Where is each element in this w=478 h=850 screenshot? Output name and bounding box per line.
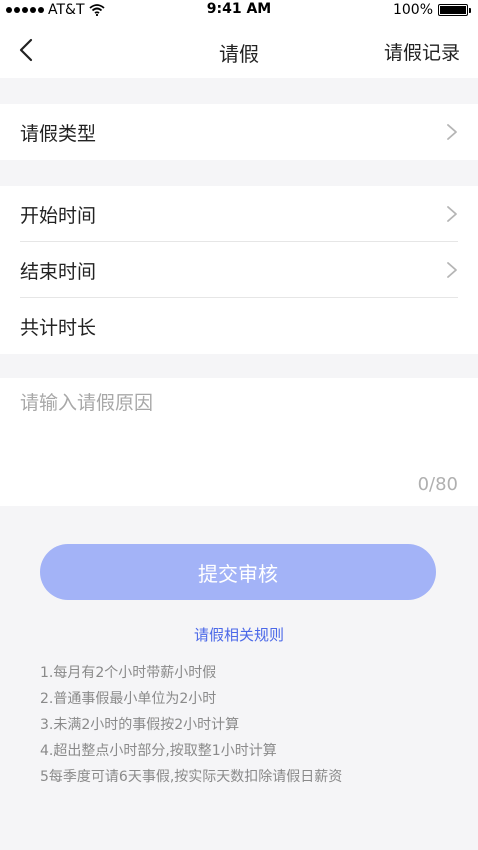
back-button[interactable] — [10, 32, 42, 68]
leave-type-group: 请假类型 — [0, 104, 478, 160]
rule-item: 4.超出整点小时部分,按取整1小时计算 — [40, 743, 277, 759]
leave-type-label: 请假类型 — [20, 122, 97, 145]
reason-box: 0/80 — [0, 378, 478, 506]
leave-type-row[interactable]: 请假类型 — [0, 104, 478, 160]
rules-list: 1.每月有2个小时带薪小时假 2.普通事假最小单位为2小时 3.未满2小时的事假… — [40, 660, 460, 790]
start-time-row[interactable]: 开始时间 — [0, 186, 478, 242]
chevron-right-icon — [447, 124, 457, 140]
nav-bar: 请假 请假记录 — [0, 22, 478, 78]
battery-percent: 100% — [392, 2, 433, 18]
battery-info: 100% — [392, 2, 471, 18]
battery-icon — [438, 4, 471, 16]
reason-input[interactable] — [20, 388, 460, 468]
leave-rules-title[interactable]: 请假相关规则 — [0, 624, 478, 645]
rule-item: 3.未满2小时的事假按2小时计算 — [40, 717, 240, 733]
submit-review-button[interactable]: 提交审核 — [40, 544, 436, 600]
reason-char-count: 0/80 — [417, 474, 458, 495]
start-time-label: 开始时间 — [20, 204, 97, 227]
chevron-left-icon — [19, 38, 33, 62]
total-duration-label: 共计时长 — [20, 316, 97, 339]
total-duration-row: 共计时长 — [0, 298, 478, 354]
rule-item: 2.普通事假最小单位为2小时 — [40, 691, 217, 707]
rule-item: 5每季度可请6天事假,按实际天数扣除请假日薪资 — [40, 769, 343, 785]
leave-records-link[interactable]: 请假记录 — [384, 38, 460, 65]
rule-item: 1.每月有2个小时带薪小时假 — [40, 665, 217, 681]
chevron-right-icon — [447, 262, 457, 278]
end-time-label: 结束时间 — [20, 260, 97, 283]
status-bar: AT&T 9:41 AM 100% — [0, 0, 478, 22]
chevron-right-icon — [447, 206, 457, 222]
end-time-row[interactable]: 结束时间 — [0, 242, 478, 298]
time-group: 开始时间 结束时间 共计时长 — [0, 186, 478, 354]
